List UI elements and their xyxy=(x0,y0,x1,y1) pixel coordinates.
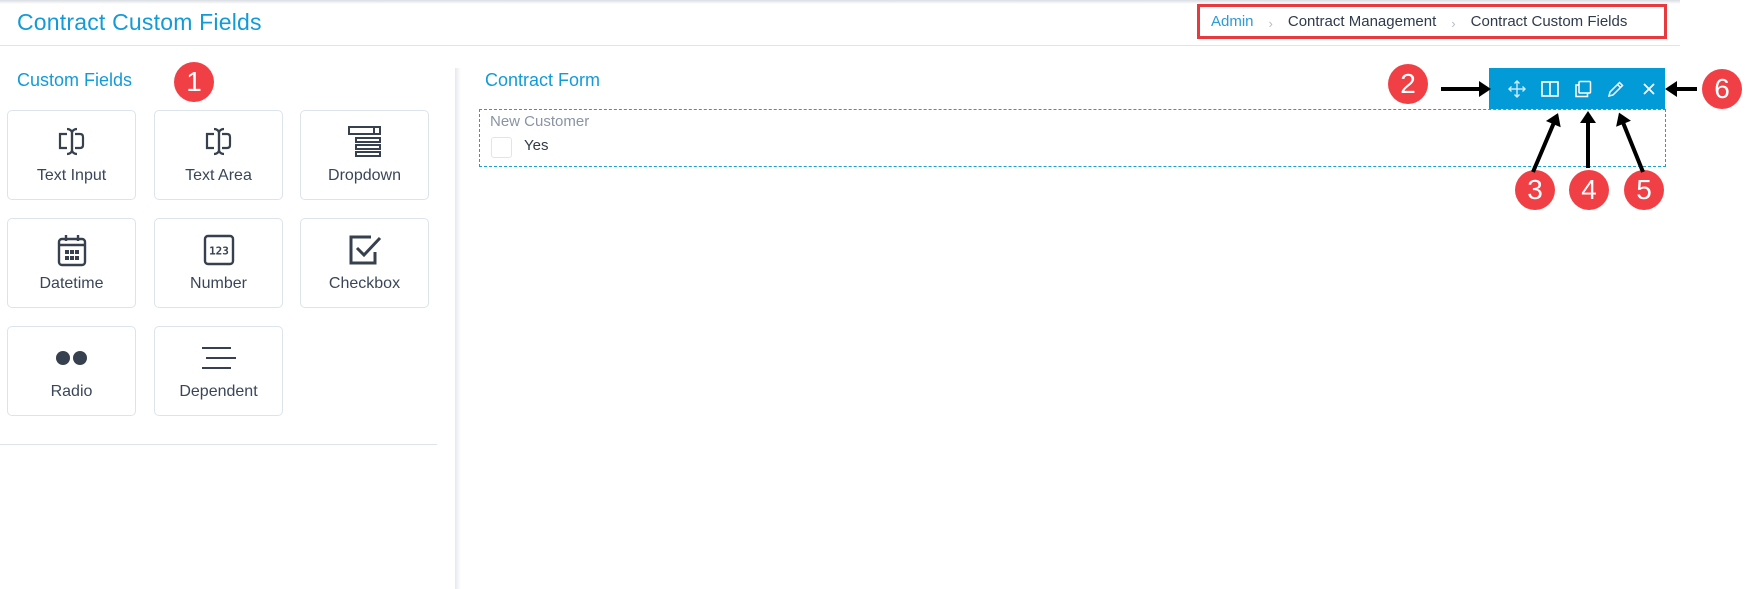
breadcrumb-current: Contract Custom Fields xyxy=(1470,13,1628,30)
svg-text:123: 123 xyxy=(209,245,229,258)
dropdown-list-icon xyxy=(345,125,385,159)
text-cursor-icon xyxy=(52,125,92,159)
move-icon[interactable] xyxy=(1507,79,1526,98)
field-dropdown[interactable]: Dropdown xyxy=(300,110,429,200)
annotation-badge-5: 5 xyxy=(1624,170,1664,210)
breadcrumb-admin[interactable]: Admin xyxy=(1211,13,1254,30)
page-title: Contract Custom Fields xyxy=(17,9,262,35)
annotation-badge-2: 2 xyxy=(1388,64,1428,104)
form-field-new-customer[interactable]: New Customer Yes xyxy=(479,109,1666,167)
close-icon[interactable] xyxy=(1639,79,1658,98)
custom-fields-title: Custom Fields xyxy=(17,70,133,90)
lines-icon xyxy=(199,341,239,375)
field-number[interactable]: 123 Number xyxy=(154,218,283,308)
field-text-input[interactable]: Text Input xyxy=(7,110,136,200)
field-name-label: New Customer xyxy=(490,113,590,130)
columns-icon[interactable] xyxy=(1540,79,1559,98)
annotation-badge-1: 1 xyxy=(174,62,214,102)
checkbox-icon xyxy=(345,233,385,267)
breadcrumb-separator: › xyxy=(1268,16,1273,31)
field-label: Checkbox xyxy=(328,275,401,292)
field-radio[interactable]: Radio xyxy=(7,326,136,416)
annotation-arrow-6 xyxy=(1669,87,1697,91)
text-cursor-icon xyxy=(199,125,239,159)
calendar-icon xyxy=(52,233,92,267)
field-label: Dependent xyxy=(179,383,258,400)
annotation-badge-3: 3 xyxy=(1515,170,1555,210)
field-toolbar xyxy=(1489,68,1665,109)
annotation-arrow-4 xyxy=(1586,115,1590,168)
annotation-badge-6: 6 xyxy=(1702,69,1742,109)
annotation-badge-4: 4 xyxy=(1569,170,1609,210)
panel-divider xyxy=(455,68,461,589)
breadcrumb: Admin › Contract Management › Contract C… xyxy=(1197,4,1667,39)
form-title: Contract Form xyxy=(485,70,601,90)
field-label: Radio xyxy=(50,383,93,400)
edit-pencil-icon[interactable] xyxy=(1606,79,1625,98)
number-123-icon: 123 xyxy=(199,233,239,267)
field-checkbox[interactable]: Checkbox xyxy=(300,218,429,308)
field-label: Datetime xyxy=(39,275,104,292)
breadcrumb-separator: › xyxy=(1451,16,1456,31)
field-text-area[interactable]: Text Area xyxy=(154,110,283,200)
panel-divider-line xyxy=(0,444,437,445)
breadcrumb-contract-management[interactable]: Contract Management xyxy=(1288,13,1436,30)
field-dependent[interactable]: Dependent xyxy=(154,326,283,416)
field-datetime[interactable]: Datetime xyxy=(7,218,136,308)
field-label: Text Area xyxy=(185,167,252,184)
yes-checkbox[interactable] xyxy=(491,137,512,158)
annotation-arrow-2 xyxy=(1441,81,1491,97)
field-label: Dropdown xyxy=(328,167,401,184)
field-label: Number xyxy=(190,275,247,292)
duplicate-icon[interactable] xyxy=(1573,79,1592,98)
radio-dots-icon xyxy=(52,341,92,375)
yes-checkbox-label: Yes xyxy=(524,137,549,154)
field-label: Text Input xyxy=(36,167,107,184)
